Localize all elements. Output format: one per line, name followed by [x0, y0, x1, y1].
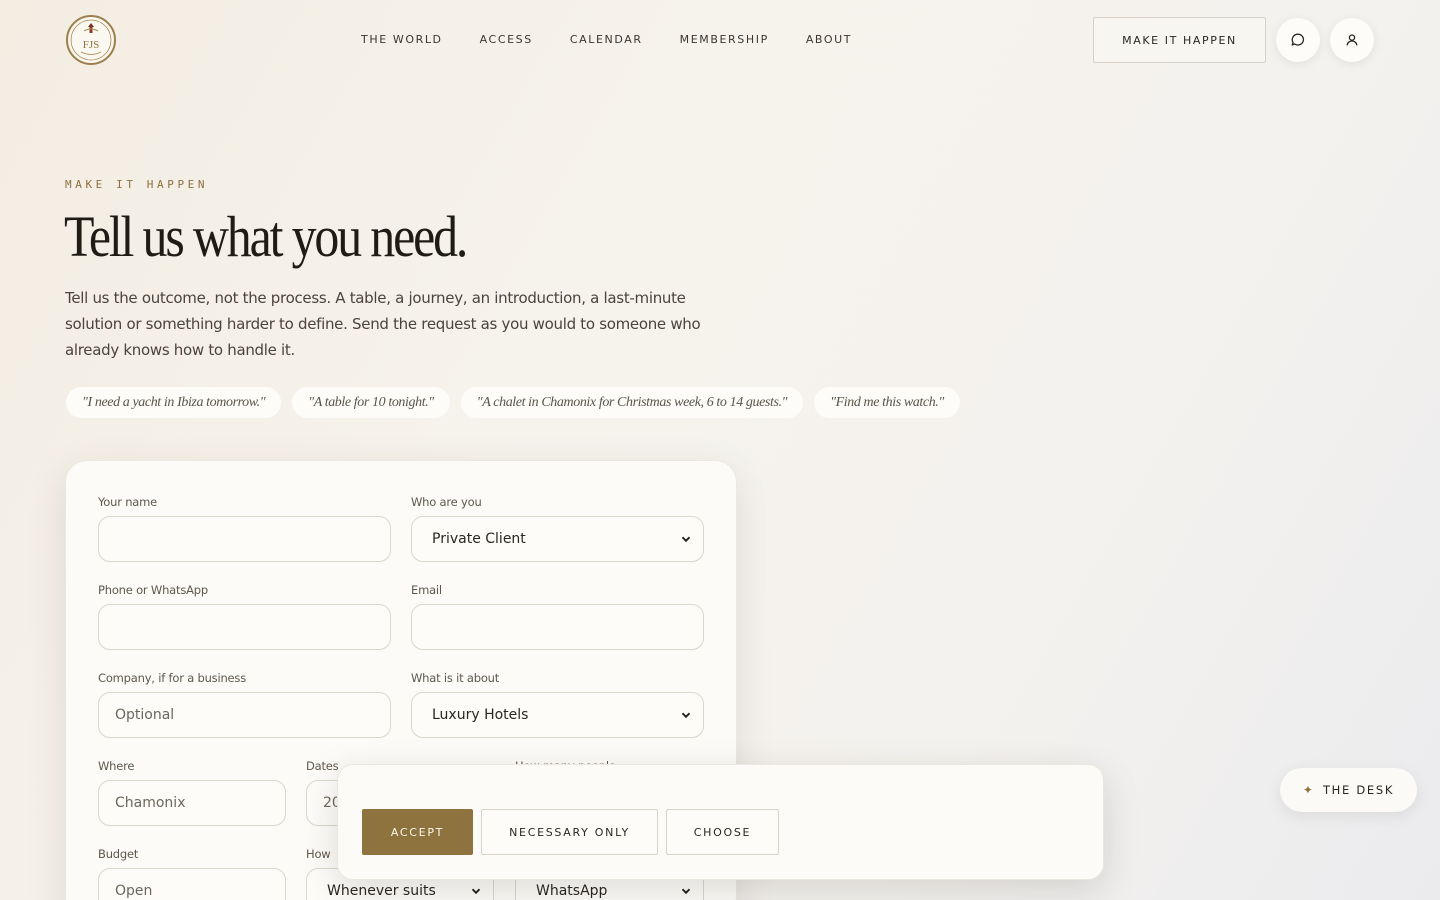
nav-access[interactable]: ACCESS: [480, 33, 533, 46]
page-title: Tell us what you need.: [64, 204, 468, 269]
about-select-value: Luxury Hotels: [432, 707, 529, 723]
nav-the-world[interactable]: THE WORLD: [361, 33, 443, 46]
timing-select-value: Whenever suits: [327, 883, 436, 899]
brand-logo[interactable]: FJS: [66, 15, 116, 65]
who-select-value: Private Client: [432, 531, 526, 547]
budget-input[interactable]: Open: [98, 868, 286, 900]
phone-label: Phone or WhatsApp: [98, 583, 208, 597]
eyebrow-label: MAKE IT HAPPEN: [65, 178, 209, 191]
nav-calendar[interactable]: CALENDAR: [570, 33, 643, 46]
sparkle-icon: ✦: [1302, 783, 1313, 797]
chevron-down-icon: [471, 888, 481, 895]
cookie-banner: ACCEPT NECESSARY ONLY CHOOSE: [337, 764, 1104, 880]
chevron-down-icon: [681, 536, 691, 543]
necessary-only-button[interactable]: NECESSARY ONLY: [481, 809, 658, 855]
where-label: Where: [98, 759, 135, 773]
the-desk-button[interactable]: ✦ THE DESK: [1280, 768, 1417, 812]
email-label: Email: [411, 583, 442, 597]
name-label: Your name: [98, 495, 158, 509]
company-label: Company, if for a business: [98, 671, 247, 685]
example-chip[interactable]: "Find me this watch.": [814, 387, 960, 418]
chevron-down-icon: [681, 888, 691, 895]
budget-label: Budget: [98, 847, 139, 861]
main-nav: THE WORLD ACCESS CALENDAR MEMBERSHIP ABO…: [361, 33, 889, 46]
accept-cookies-button[interactable]: ACCEPT: [362, 809, 473, 855]
company-input[interactable]: Optional: [98, 692, 391, 738]
nav-about[interactable]: ABOUT: [806, 33, 852, 46]
user-icon: [1346, 34, 1358, 46]
example-chip[interactable]: "I need a yacht in Ibiza tomorrow.": [66, 387, 282, 418]
about-select[interactable]: Luxury Hotels: [411, 692, 704, 738]
example-chip[interactable]: "A chalet in Chamonix for Christmas week…: [460, 387, 804, 418]
dates-label: Dates: [306, 759, 339, 773]
make-it-happen-button[interactable]: MAKE IT HAPPEN: [1093, 17, 1266, 63]
account-button[interactable]: [1330, 18, 1374, 62]
timing-label: How: [306, 847, 331, 861]
the-desk-label: THE DESK: [1322, 783, 1395, 797]
chat-button[interactable]: [1276, 18, 1320, 62]
chat-bubble-icon: [1291, 33, 1305, 46]
site-header: FJS THE WORLD ACCESS CALENDAR MEMBERSHIP…: [0, 0, 1440, 80]
name-input[interactable]: [98, 516, 391, 562]
about-label: What is it about: [411, 671, 500, 685]
chevron-down-icon: [681, 712, 691, 719]
phone-input[interactable]: [98, 604, 391, 650]
svg-text:FJS: FJS: [83, 39, 100, 51]
example-chip[interactable]: "A table for 10 tonight.": [292, 387, 450, 418]
who-select[interactable]: Private Client: [411, 516, 704, 562]
email-input[interactable]: [411, 604, 704, 650]
who-label: Who are you: [411, 495, 482, 509]
contact-method-value: WhatsApp: [536, 883, 608, 899]
example-requests: "I need a yacht in Ibiza tomorrow." "A t…: [66, 387, 960, 418]
choose-cookies-button[interactable]: CHOOSE: [666, 809, 779, 855]
where-input[interactable]: Chamonix: [98, 780, 286, 826]
intro-paragraph: Tell us the outcome, not the process. A …: [65, 289, 701, 359]
nav-membership[interactable]: MEMBERSHIP: [680, 33, 769, 46]
crest-icon: FJS: [70, 19, 112, 61]
